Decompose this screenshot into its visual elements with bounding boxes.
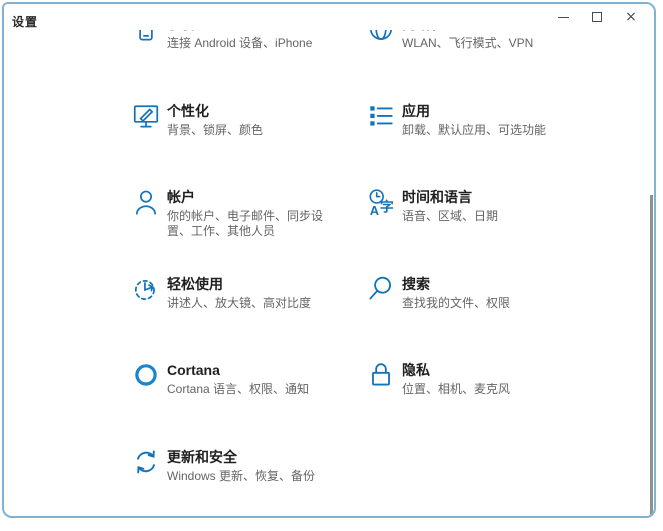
tile-title: 应用 — [402, 103, 546, 120]
close-button[interactable]: × — [614, 4, 648, 30]
tile-cortana[interactable]: Cortana Cortana 语言、权限、通知 — [133, 361, 357, 397]
tile-network[interactable]: 网络和 Internet WLAN、飞行模式、VPN — [368, 30, 592, 51]
maximize-icon — [592, 12, 602, 22]
window-controls: × — [546, 4, 648, 30]
tile-subtitle: Cortana 语言、权限、通知 — [167, 382, 309, 397]
tile-subtitle: 背景、锁屏、颜色 — [167, 123, 263, 138]
phone-icon — [133, 30, 159, 45]
tile-title: 帐户 — [167, 189, 329, 206]
tile-title: 更新和安全 — [167, 449, 315, 466]
settings-grid: 手机 连接 Android 设备、iPhone 网络和 Internet WLA… — [4, 30, 648, 516]
tile-title: 搜索 — [402, 276, 510, 293]
tile-subtitle: 连接 Android 设备、iPhone — [167, 36, 312, 51]
tile-search[interactable]: 搜索 查找我的文件、权限 — [368, 275, 592, 311]
tile-title: 时间和语言 — [402, 189, 498, 206]
svg-text:A: A — [370, 203, 379, 218]
tile-subtitle: 语音、区域、日期 — [402, 209, 498, 224]
lock-icon — [368, 361, 394, 391]
tile-subtitle: 你的帐户、电子邮件、同步设置、工作、其他人员 — [167, 209, 329, 239]
minimize-button[interactable] — [546, 4, 580, 30]
tile-title: 轻松使用 — [167, 276, 311, 293]
tile-title: Cortana — [167, 362, 309, 379]
cortana-icon — [133, 361, 159, 391]
tile-title: 隐私 — [402, 362, 510, 379]
tile-update-security[interactable]: 更新和安全 Windows 更新、恢复、备份 — [133, 448, 357, 484]
vertical-scrollbar-thumb[interactable] — [650, 195, 653, 518]
settings-window: 设置 × 手机 连接 Android 设备、iPhone — [2, 2, 656, 518]
tile-phone[interactable]: 手机 连接 Android 设备、iPhone — [133, 30, 357, 51]
tile-title: 手机 — [167, 30, 312, 33]
tile-privacy[interactable]: 隐私 位置、相机、麦克风 — [368, 361, 592, 397]
search-icon — [368, 275, 394, 305]
time-language-icon: A 字 — [368, 188, 394, 218]
tile-title: 网络和 Internet — [402, 30, 533, 33]
tile-apps[interactable]: 应用 卸载、默认应用、可选功能 — [368, 102, 592, 138]
tile-subtitle: 查找我的文件、权限 — [402, 296, 510, 311]
tile-subtitle: WLAN、飞行模式、VPN — [402, 36, 533, 51]
apps-list-icon — [368, 102, 394, 132]
tile-personalization[interactable]: 个性化 背景、锁屏、颜色 — [133, 102, 357, 138]
title-bar: 设置 × — [4, 4, 654, 30]
update-icon — [133, 448, 159, 478]
tile-time-language[interactable]: A 字 时间和语言 语音、区域、日期 — [368, 188, 592, 224]
personalization-icon — [133, 102, 159, 132]
tile-subtitle: 讲述人、放大镜、高对比度 — [167, 296, 311, 311]
tile-ease-of-access[interactable]: 轻松使用 讲述人、放大镜、高对比度 — [133, 275, 357, 311]
minimize-icon — [558, 17, 569, 18]
tile-subtitle: Windows 更新、恢复、备份 — [167, 469, 315, 484]
tile-title: 个性化 — [167, 103, 263, 120]
tile-subtitle: 位置、相机、麦克风 — [402, 382, 510, 397]
globe-icon — [368, 30, 394, 45]
person-icon — [133, 188, 159, 218]
window-title: 设置 — [12, 13, 38, 30]
tile-subtitle: 卸载、默认应用、可选功能 — [402, 123, 546, 138]
maximize-button[interactable] — [580, 4, 614, 30]
ease-of-access-icon — [133, 275, 159, 305]
svg-text:字: 字 — [380, 199, 394, 215]
tile-accounts[interactable]: 帐户 你的帐户、电子邮件、同步设置、工作、其他人员 — [133, 188, 357, 239]
